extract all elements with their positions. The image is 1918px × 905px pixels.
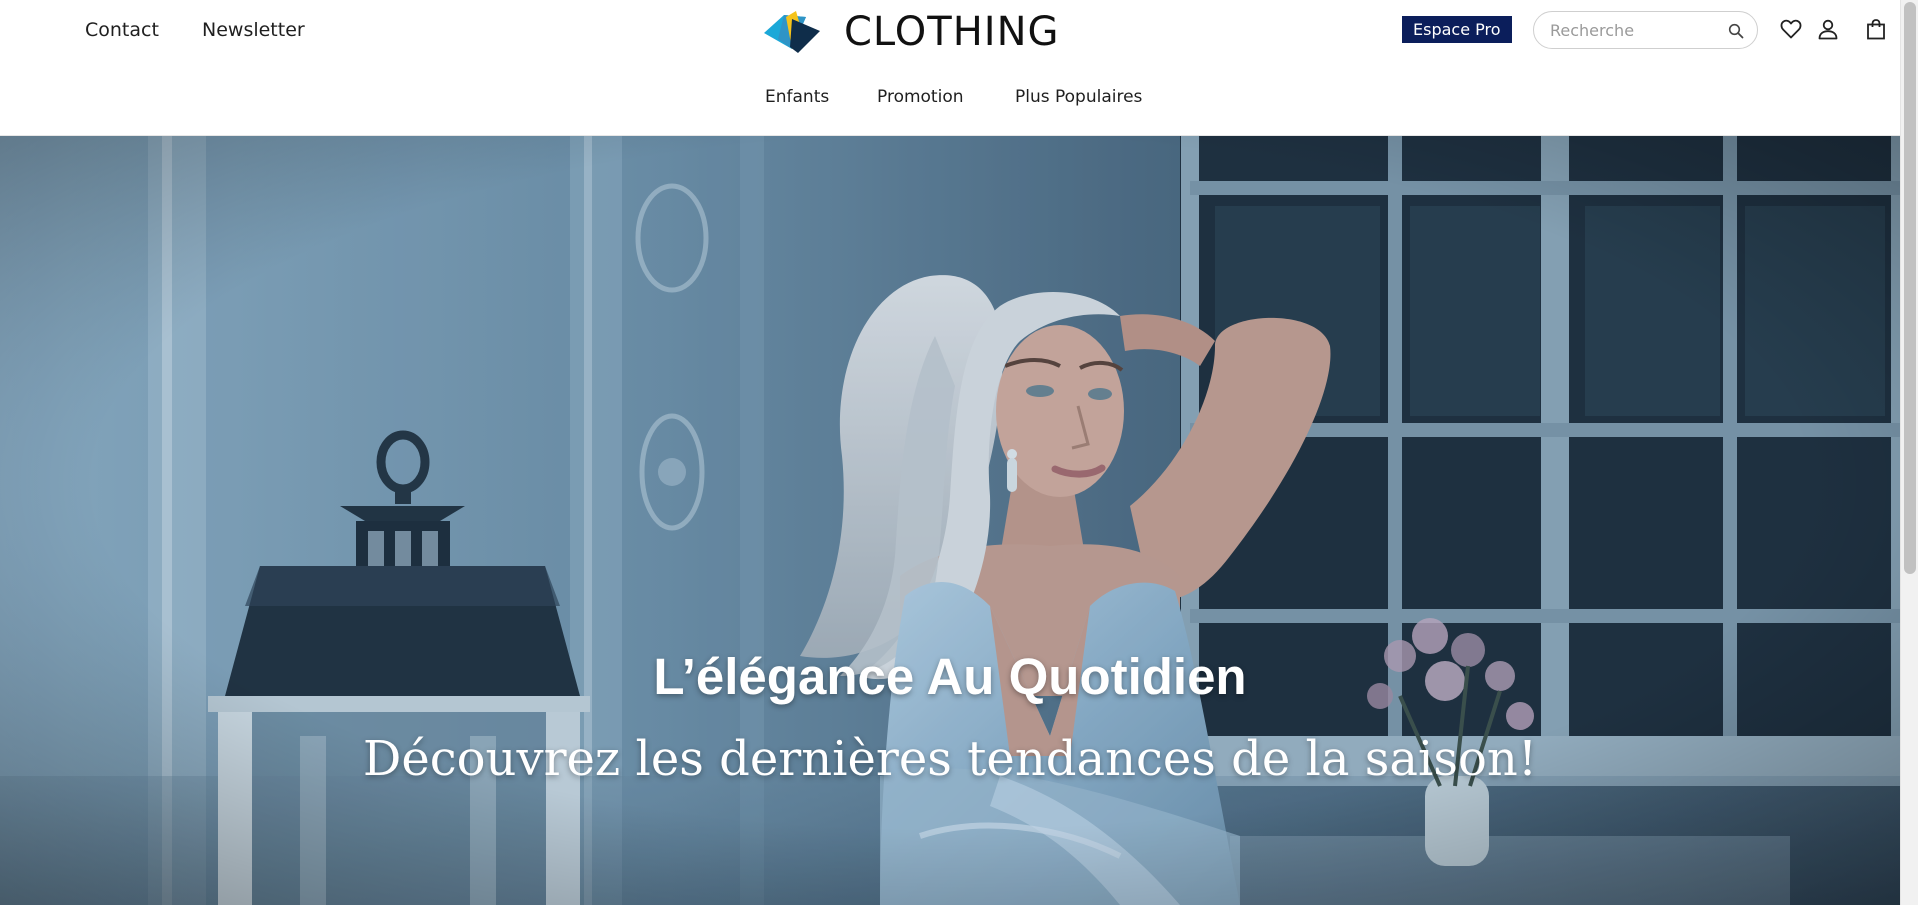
logo-text: CLOTHING (844, 9, 1060, 55)
espace-pro-button[interactable]: Espace Pro (1402, 16, 1512, 43)
nav-item-promotion[interactable]: Promotion (877, 87, 964, 107)
search-input[interactable] (1550, 12, 1720, 48)
bag-icon[interactable] (1864, 17, 1888, 41)
contact-link[interactable]: Contact (85, 19, 159, 41)
page-scrollbar[interactable] (1900, 0, 1918, 905)
site-header: Contact Newsletter CLOTHING Espace Pro R… (0, 0, 1900, 136)
logo-mark-icon (764, 11, 820, 53)
user-icon[interactable] (1816, 17, 1840, 41)
newsletter-link[interactable]: Newsletter (202, 19, 305, 41)
heart-icon[interactable] (1779, 17, 1803, 41)
main-nav: Enfants Promotion Plus Populaires (0, 87, 1900, 117)
nav-item-plus-populaires[interactable]: Plus Populaires (1015, 87, 1142, 107)
hero-title: L’élégance Au Quotidien (653, 648, 1247, 705)
page: Contact Newsletter CLOTHING Espace Pro R… (0, 0, 1918, 905)
nav-item-enfants[interactable]: Enfants (765, 87, 829, 107)
scrollbar-thumb[interactable] (1904, 2, 1916, 574)
site-logo[interactable]: CLOTHING (762, 8, 1060, 56)
hero-image (0, 136, 1900, 905)
hero-subtitle: Découvrez les dernières tendances de la … (362, 731, 1538, 787)
hero-banner: L’élégance Au Quotidien Découvrez les de… (0, 136, 1900, 905)
search-box (1533, 11, 1758, 49)
search-icon[interactable] (1728, 23, 1744, 39)
